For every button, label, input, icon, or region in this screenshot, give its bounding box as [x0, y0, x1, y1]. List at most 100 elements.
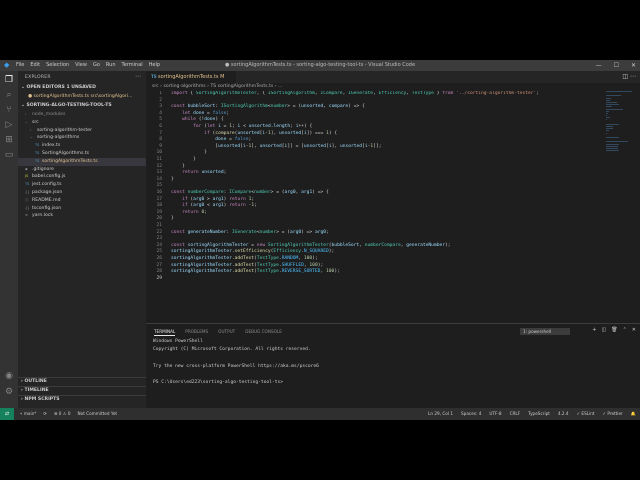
source-control-icon[interactable]: ⑂	[4, 105, 14, 115]
tree-item[interactable]: ⓘ README.md	[18, 197, 146, 205]
tree-item[interactable]: › node_modules	[18, 111, 146, 119]
line-number: 8	[159, 137, 162, 143]
menu-view[interactable]: View	[75, 60, 87, 71]
outline-section[interactable]: › OUTLINE	[18, 377, 146, 385]
git-branch[interactable]: ⑂ main*	[20, 408, 36, 420]
code-line[interactable]: const generateNumber: IGenerate<number> …	[171, 230, 329, 235]
terminal-select[interactable]: 1: powershell	[520, 328, 570, 335]
code-line[interactable]: return unsorted;	[171, 170, 226, 175]
code-line[interactable]: if (compare(unsorted[i-1], unsorted[i]) …	[171, 131, 337, 136]
tree-item[interactable]: TS SortingAlgorithms.ts	[18, 150, 146, 158]
tree-item[interactable]: › sorting-algorithm-tester	[18, 127, 146, 135]
code-line[interactable]: for (let i = 1; i < unsorted.length; i++…	[171, 124, 312, 129]
panel-tab-debug-console[interactable]: DEBUG CONSOLE	[245, 329, 282, 336]
code-line[interactable]: sortingAlgorithmTester.addTest(TestType.…	[171, 256, 318, 261]
tree-item[interactable]: {} package.json	[18, 189, 146, 197]
code-line[interactable]: }	[171, 150, 207, 155]
status-item[interactable]: UTF-8	[489, 408, 501, 420]
code-line[interactable]: }	[171, 177, 174, 182]
close-panel-icon[interactable]: ✕	[632, 327, 636, 333]
split-editor-icon[interactable]: ◫	[622, 73, 628, 80]
open-editors-header[interactable]: ⌄ OPEN EDITORS 1 UNSAVED	[18, 84, 146, 92]
code-line[interactable]: return 0;	[171, 210, 207, 215]
maximize-panel-icon[interactable]: ⌃	[623, 327, 627, 333]
remote-explorer-icon[interactable]: ▭	[4, 150, 14, 160]
explorer-icon[interactable]: ❐	[4, 75, 14, 85]
status-item[interactable]: CRLF	[510, 408, 521, 420]
git-blame[interactable]: Not Committed Yet	[78, 408, 118, 420]
file-type-icon: JS	[25, 174, 29, 179]
extensions-icon[interactable]: ⊞	[4, 135, 14, 145]
new-terminal-icon[interactable]: +	[592, 327, 596, 333]
tree-item[interactable]: TS sortingAlgorithmTests.ts	[18, 157, 146, 166]
minimize-icon[interactable]: —	[596, 60, 602, 71]
tree-item[interactable]: {} tsconfig.json	[18, 205, 146, 213]
split-terminal-icon[interactable]: ◫	[602, 327, 607, 333]
menu-go[interactable]: Go	[93, 60, 100, 71]
settings-gear-icon[interactable]: ⚙	[4, 387, 14, 397]
project-header[interactable]: ⌄ SORTING-ALGO-TESTING-TOOL-TS	[18, 102, 146, 110]
code-line[interactable]: sortingAlgorithmTester.addTest(TestType.…	[171, 263, 323, 268]
sync-icon[interactable]: ⟳	[43, 408, 47, 420]
code-line[interactable]: }	[171, 157, 196, 162]
code-line[interactable]: const bubbleSort: ISortingAlgorithm<numb…	[171, 104, 365, 109]
minimap[interactable]	[606, 91, 632, 152]
more-actions-icon[interactable]: ⋯	[630, 73, 636, 80]
code-line[interactable]: }	[171, 216, 174, 221]
panel-tab-problems[interactable]: PROBLEMS	[185, 329, 208, 336]
open-editor-item[interactable]: ● sortingAlgorithmTests.ts src\sortingAl…	[18, 93, 146, 101]
timeline-section[interactable]: › TIMELINE	[18, 386, 146, 394]
tree-item[interactable]: ≡ yarn.lock	[18, 212, 146, 220]
status-item[interactable]: ✓ ESLint	[577, 408, 595, 420]
search-icon[interactable]: ⌕	[4, 90, 14, 100]
panel-tab-output[interactable]: OUTPUT	[218, 329, 235, 336]
panel-controls: + ◫ 🗑 ⌃ ✕	[592, 327, 636, 333]
line-number: 26	[156, 256, 162, 261]
trash-icon[interactable]: 🗑	[611, 327, 617, 333]
tab-sortingalgorithmtests[interactable]: TS sortingAlgorithmTests.ts M	[146, 71, 236, 83]
maximize-icon[interactable]: ☐	[614, 60, 619, 71]
code-line[interactable]: const sortingAlgorithmTester = new Sorti…	[171, 243, 451, 248]
menu-run[interactable]: Run	[106, 60, 116, 71]
account-icon[interactable]: ◉	[4, 371, 14, 381]
code-line[interactable]: import { SortingAlgorithmTester, { ISort…	[171, 91, 539, 96]
menu-terminal[interactable]: Terminal	[122, 60, 143, 71]
tree-item[interactable]: TS jest.config.ts	[18, 181, 146, 189]
menu-selection[interactable]: Selection	[46, 60, 69, 71]
menu-help[interactable]: Help	[149, 60, 160, 71]
code-line[interactable]: sortingAlgorithmTester.addTest(TestType.…	[171, 269, 340, 274]
code-line[interactable]: sortingAlgorithmTester.setEfficiency(Eff…	[171, 249, 334, 254]
code-line[interactable]: if (arg0 > arg1) return 1;	[171, 197, 254, 202]
code-line[interactable]: let done = false;	[171, 111, 229, 116]
notifications-icon[interactable]: 🔔	[631, 408, 636, 420]
status-item[interactable]: 4.2.4	[558, 408, 569, 420]
remote-icon[interactable]: ⇄	[0, 408, 14, 420]
code-editor[interactable]: 1 import { SortingAlgorithmTester, { ISor…	[146, 91, 640, 321]
tree-item-label: babel.config.js	[32, 174, 66, 180]
tree-item[interactable]: ⌄ sorting-algorithms	[18, 134, 146, 142]
code-line[interactable]: const numberCompare: ICompare<number> = …	[171, 190, 329, 195]
terminal-line: Try the new cross-platform PowerShell ht…	[153, 363, 319, 369]
code-line[interactable]: done = false;	[171, 137, 251, 142]
tree-item[interactable]: TS index.ts	[18, 142, 146, 150]
status-item[interactable]: ✓ Prettier	[603, 408, 623, 420]
more-actions-icon[interactable]: ⋯	[135, 73, 141, 80]
status-item[interactable]: Ln 29, Col 1	[428, 408, 453, 420]
panel-tab-terminal[interactable]: TERMINAL	[154, 329, 176, 336]
tree-item[interactable]: JS babel.config.js	[18, 173, 146, 181]
tree-item[interactable]: ◆ .gitignore	[18, 166, 146, 174]
menu-edit[interactable]: Edit	[30, 60, 40, 71]
menu-file[interactable]: File	[16, 60, 24, 71]
problems-count[interactable]: ⊗ 0 ⚠ 0	[54, 408, 71, 420]
code-line[interactable]: if (arg0 < arg1) return -1;	[171, 203, 257, 208]
close-icon[interactable]: ✕	[631, 60, 636, 71]
tree-item[interactable]: ⌄ src	[18, 119, 146, 127]
status-item[interactable]: TypeScript	[528, 408, 550, 420]
code-line[interactable]: while (!done) {	[171, 117, 224, 122]
status-item[interactable]: Spaces: 4	[461, 408, 481, 420]
code-line[interactable]: }	[171, 164, 185, 169]
run-debug-icon[interactable]: ▷	[4, 120, 14, 130]
code-line[interactable]: [unsorted[i-1], unsorted[i]] = [unsorted…	[171, 144, 381, 149]
breadcrumb[interactable]: src › sorting-algorithms › TS sortingAlg…	[152, 84, 282, 89]
npm-scripts-section[interactable]: › NPM SCRIPTS	[18, 395, 146, 403]
